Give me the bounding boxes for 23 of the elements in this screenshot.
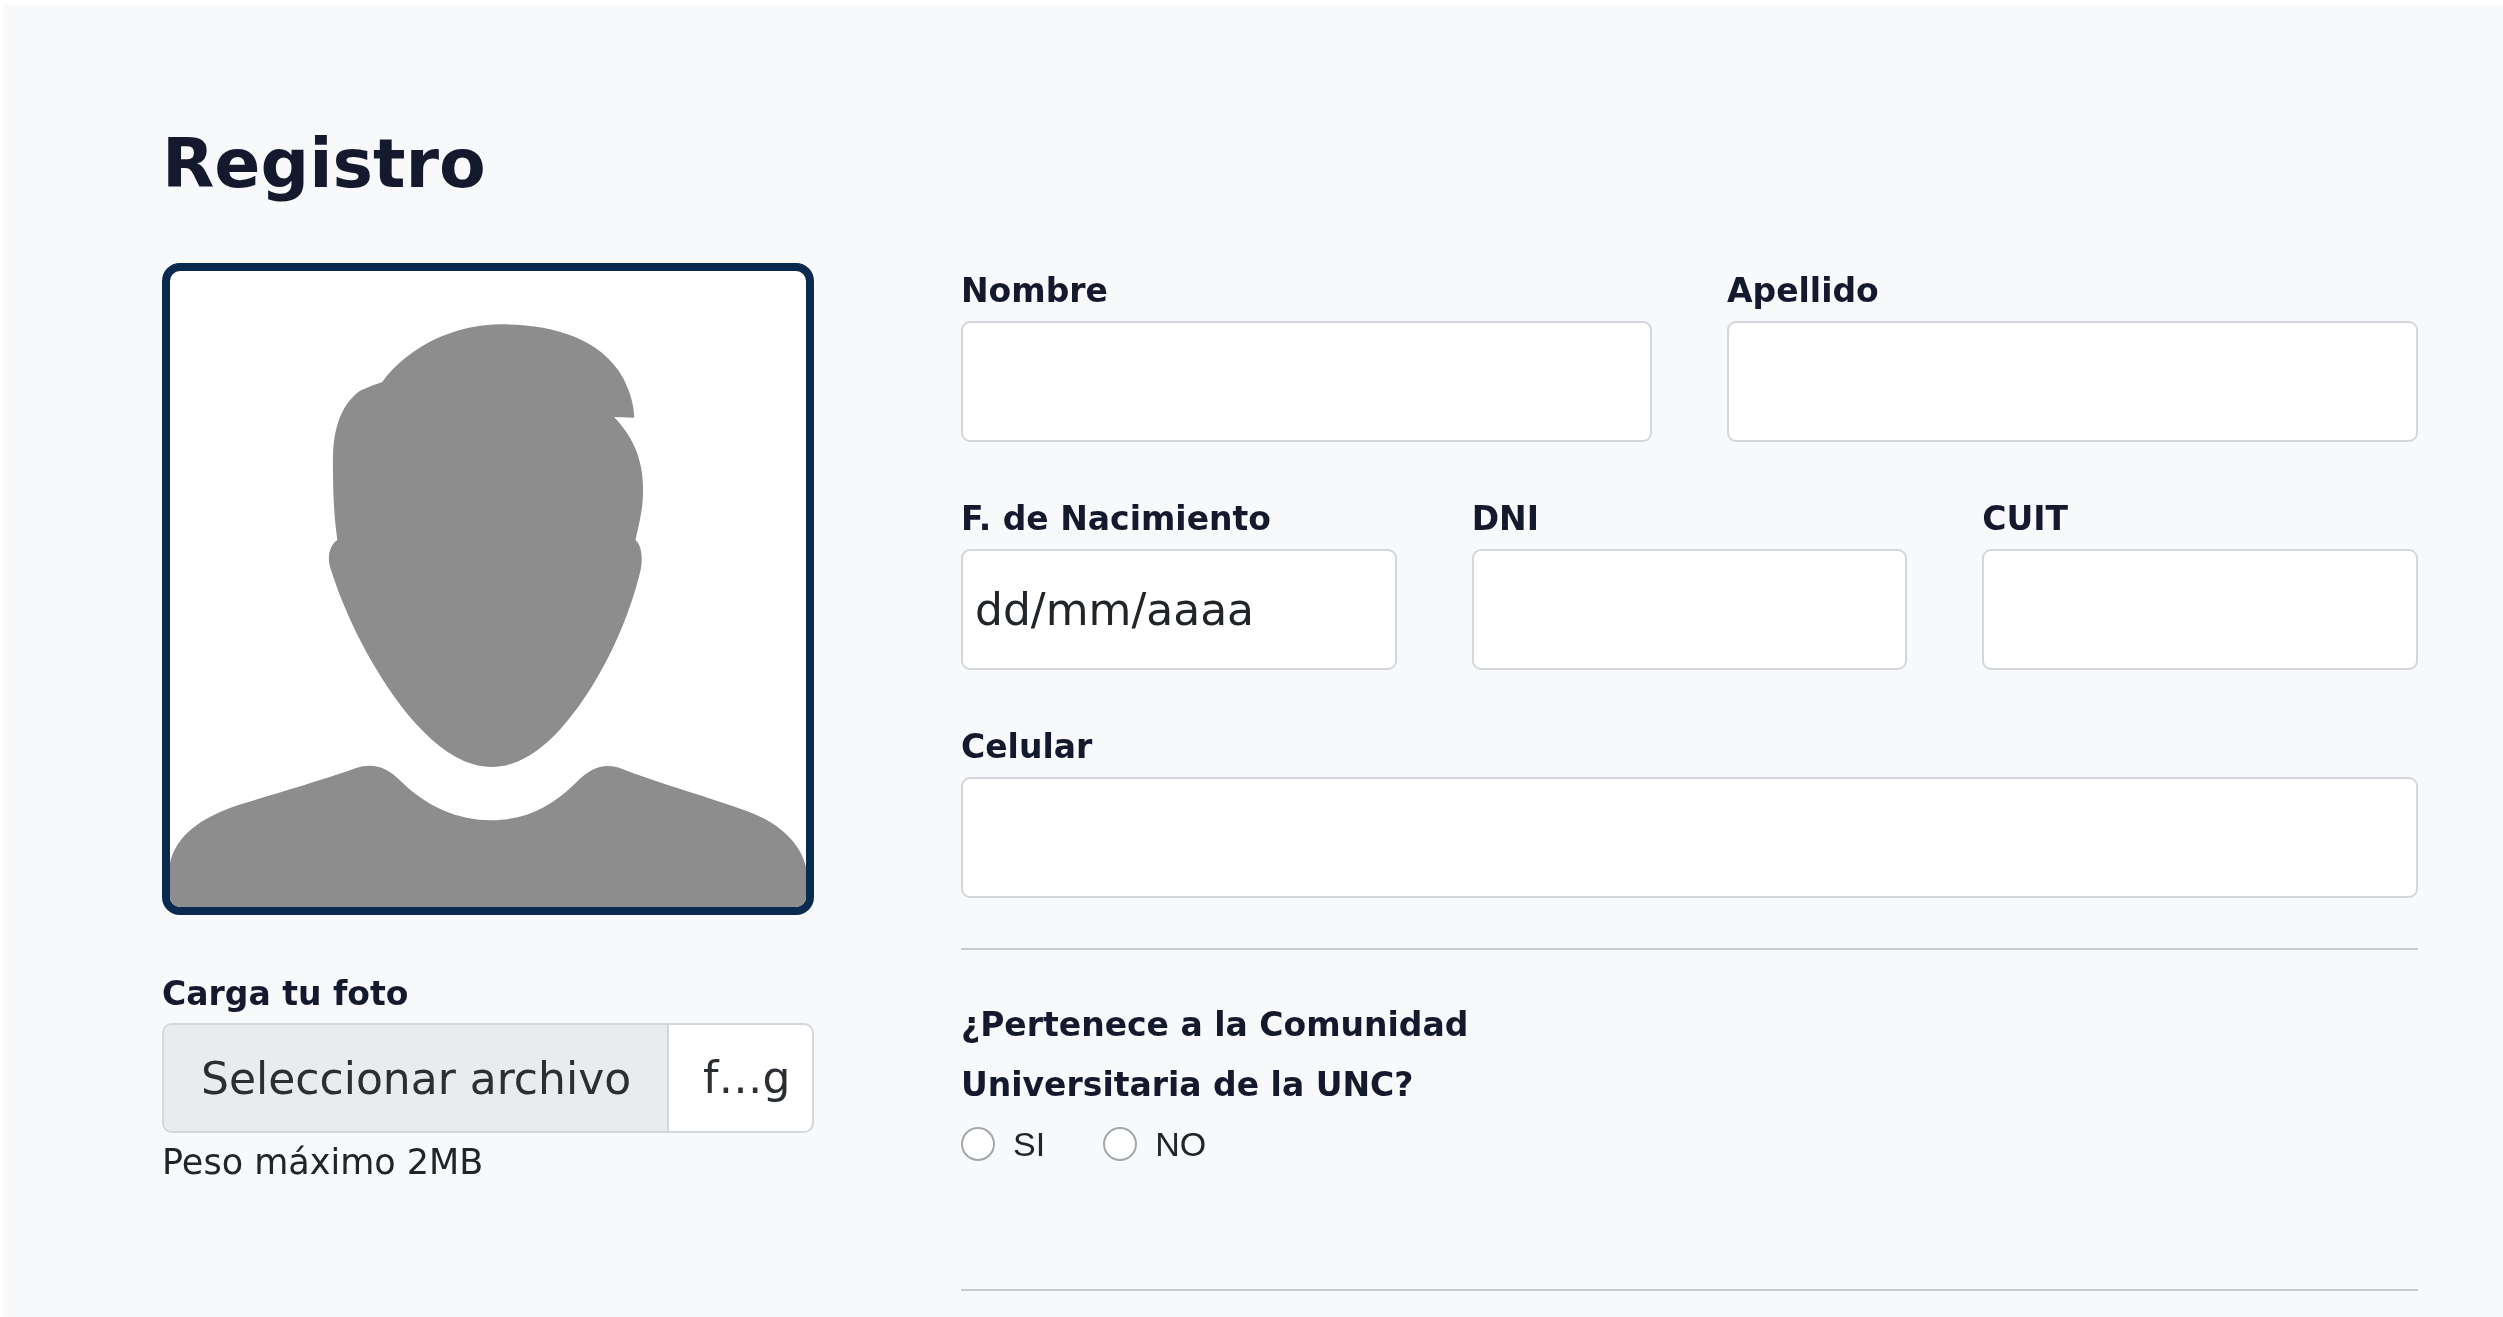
input-field[interactable] — [1982, 549, 2418, 670]
radio-label[interactable]: NO — [1155, 1124, 1207, 1164]
field-label: DNI — [1471, 499, 1539, 539]
field-label: Apellido — [1727, 271, 1879, 311]
field-label: Carga tu foto — [162, 974, 409, 1014]
file-name: f…g — [703, 1051, 791, 1105]
input-field[interactable] — [961, 777, 2418, 898]
field-label: Celular — [961, 727, 1093, 767]
radio-label[interactable]: SI — [1013, 1124, 1046, 1164]
field-label: F. de Nacimiento — [961, 499, 1271, 539]
radio-button[interactable] — [961, 1127, 995, 1161]
field-label: CUIT — [1982, 499, 2069, 539]
radio-button[interactable] — [1103, 1127, 1138, 1161]
page-title: Registro — [162, 123, 486, 205]
upload-hint: Peso máximo 2MB — [162, 1141, 484, 1183]
input-field[interactable] — [961, 321, 1652, 442]
select-file-button[interactable]: Seleccionar archivo — [164, 1025, 669, 1131]
question-text: ¿Pertenece a la Comunidad Universitaria de la UNC? — [961, 1004, 1470, 1106]
field-label: Nombre — [961, 271, 1108, 311]
input-field[interactable] — [1727, 321, 2418, 442]
file-input[interactable]: Seleccionar archivo f…g — [162, 1023, 814, 1133]
input-field[interactable] — [1471, 549, 1908, 670]
input-field[interactable]: dd/mm/aaaa — [961, 549, 1397, 670]
